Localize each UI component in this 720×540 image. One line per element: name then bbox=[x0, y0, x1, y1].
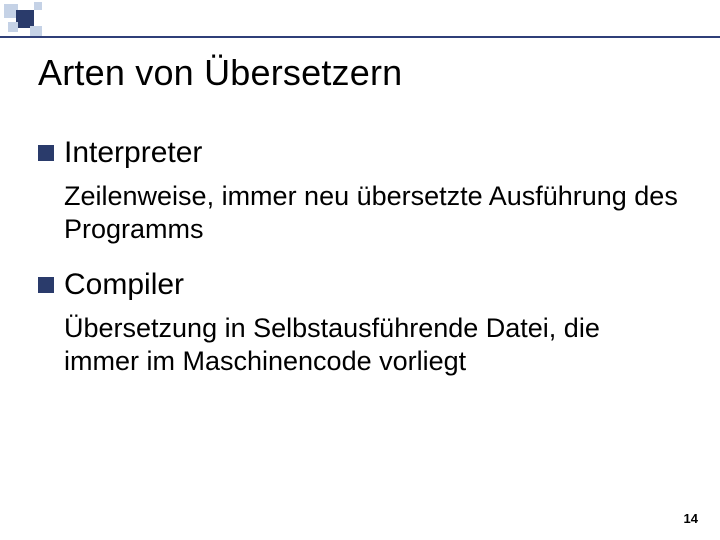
item-body-text: Zeilenweise, immer neu übersetzte Ausfüh… bbox=[38, 180, 682, 246]
item-heading: Compiler bbox=[64, 268, 184, 302]
list-item: Interpreter Zeilenweise, immer neu übers… bbox=[38, 136, 682, 246]
square-bullet-icon bbox=[38, 145, 54, 161]
item-heading-row: Compiler bbox=[38, 268, 682, 302]
list-item: Compiler Übersetzung in Selbstausführend… bbox=[38, 268, 682, 378]
item-heading: Interpreter bbox=[64, 136, 202, 170]
item-body-text: Übersetzung in Selbstausführende Datei, … bbox=[38, 312, 682, 378]
square-bullet-icon bbox=[38, 277, 54, 293]
item-heading-row: Interpreter bbox=[38, 136, 682, 170]
slide-title: Arten von Übersetzern bbox=[38, 52, 682, 94]
slide-body: Arten von Übersetzern Interpreter Zeilen… bbox=[0, 0, 720, 540]
page-number: 14 bbox=[684, 511, 698, 526]
